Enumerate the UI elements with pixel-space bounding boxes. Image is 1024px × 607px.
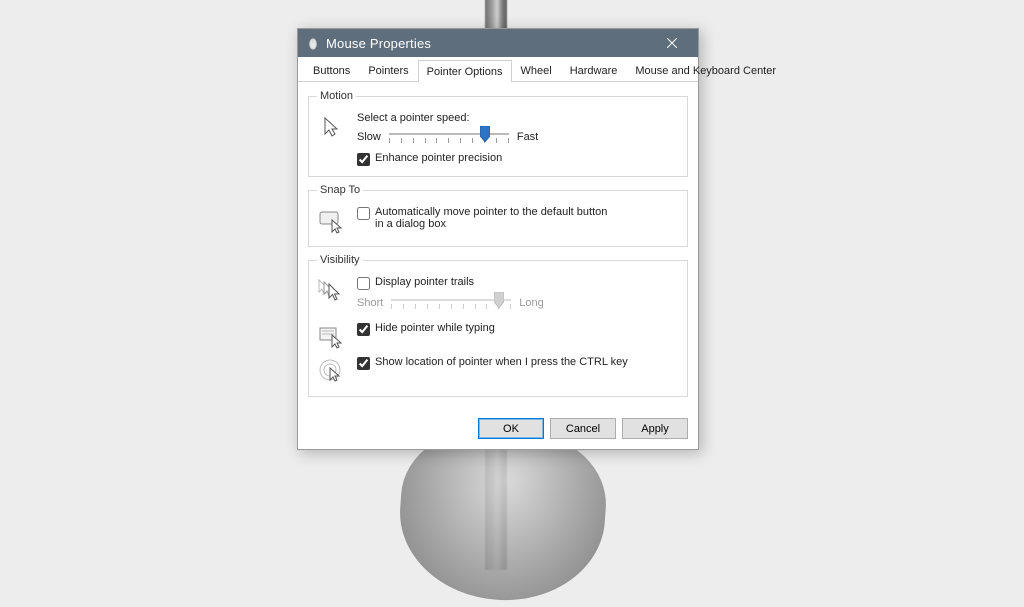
tab-buttons[interactable]: Buttons	[304, 60, 359, 81]
pointer-trails-label: Display pointer trails	[375, 276, 474, 288]
enhance-precision-checkbox[interactable]: Enhance pointer precision	[357, 152, 679, 166]
pointer-speed-label: Select a pointer speed:	[357, 112, 679, 124]
tab-wheel[interactable]: Wheel	[512, 60, 561, 81]
long-label: Long	[519, 297, 543, 309]
group-visibility-legend: Visibility	[317, 254, 363, 266]
hide-typing-icon	[317, 322, 347, 352]
background-decoration-leaf	[394, 423, 610, 607]
window-title: Mouse Properties	[326, 36, 652, 51]
pointer-speed-slider[interactable]	[389, 128, 509, 146]
tab-pointers[interactable]: Pointers	[359, 60, 417, 81]
titlebar[interactable]: Mouse Properties	[298, 29, 698, 57]
pointer-speed-icon	[317, 112, 347, 142]
snap-to-label: Automatically move pointer to the defaul…	[375, 206, 615, 230]
snap-to-checkbox[interactable]: Automatically move pointer to the defaul…	[357, 206, 679, 230]
tab-panel-pointer-options: Motion Select a pointer speed: Slow	[298, 82, 698, 410]
group-motion-legend: Motion	[317, 90, 356, 102]
hide-typing-label: Hide pointer while typing	[375, 322, 495, 334]
group-visibility: Visibility Display pointer trails	[308, 254, 688, 397]
snap-to-icon	[317, 206, 347, 236]
slider-ticks	[389, 138, 509, 143]
close-button[interactable]	[652, 29, 692, 57]
ctrl-locate-label: Show location of pointer when I press th…	[375, 356, 628, 368]
pointer-trails-slider	[391, 294, 511, 312]
close-icon	[667, 38, 677, 48]
tab-hardware[interactable]: Hardware	[561, 60, 627, 81]
ok-button[interactable]: OK	[478, 418, 544, 439]
mouse-properties-dialog: Mouse Properties Buttons Pointers Pointe…	[297, 28, 699, 450]
dialog-footer: OK Cancel Apply	[298, 410, 698, 449]
hide-typing-checkbox[interactable]: Hide pointer while typing	[357, 322, 679, 336]
ctrl-locate-icon	[317, 356, 347, 386]
apply-button[interactable]: Apply	[622, 418, 688, 439]
slow-label: Slow	[357, 131, 381, 143]
mouse-icon	[306, 36, 320, 50]
fast-label: Fast	[517, 131, 538, 143]
enhance-precision-label: Enhance pointer precision	[375, 152, 502, 164]
pointer-trails-checkbox[interactable]: Display pointer trails	[357, 276, 679, 290]
pointer-trails-icon	[317, 276, 347, 306]
pointer-trails-thumb	[494, 292, 504, 308]
tab-mouse-keyboard-center[interactable]: Mouse and Keyboard Center	[626, 60, 785, 81]
pointer-speed-thumb[interactable]	[480, 126, 490, 142]
short-label: Short	[357, 297, 383, 309]
ctrl-locate-checkbox[interactable]: Show location of pointer when I press th…	[357, 356, 679, 370]
cancel-button[interactable]: Cancel	[550, 418, 616, 439]
tab-strip: Buttons Pointers Pointer Options Wheel H…	[298, 57, 698, 82]
group-motion: Motion Select a pointer speed: Slow	[308, 90, 688, 177]
group-snap-to: Snap To Automatically move pointer to th…	[308, 184, 688, 247]
tab-pointer-options[interactable]: Pointer Options	[418, 60, 512, 82]
group-snap-to-legend: Snap To	[317, 184, 363, 196]
